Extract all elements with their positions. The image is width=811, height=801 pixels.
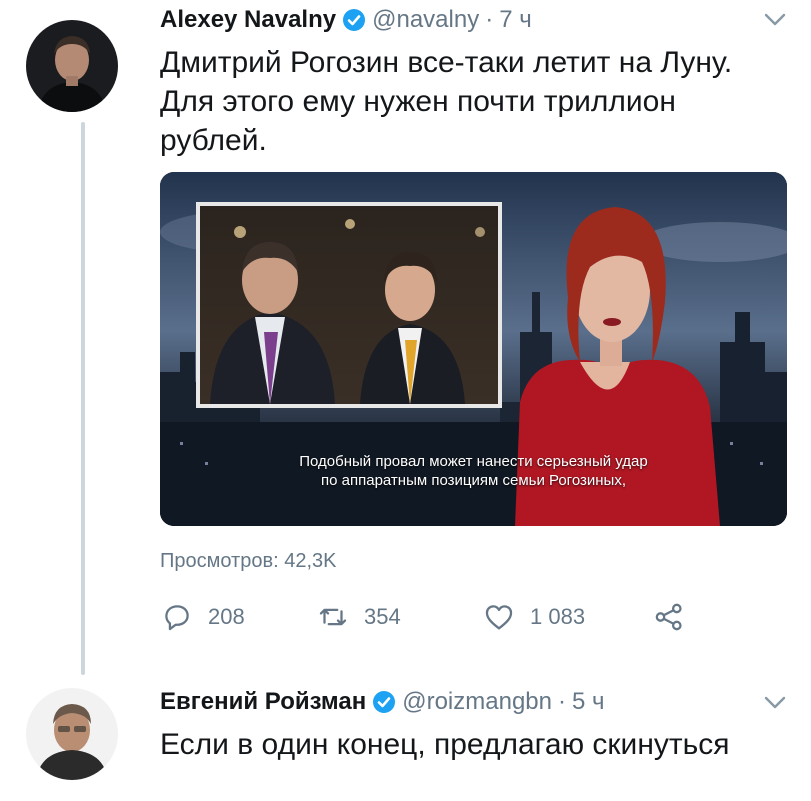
author-handle[interactable]: @roizmangbn [402, 688, 552, 716]
view-count: Просмотров: 42,3K [160, 550, 337, 572]
tweet-text: Если в один конец, предлагаю скинуться [160, 728, 730, 761]
like-count: 1 083 [530, 604, 586, 629]
tweet-header: Alexey Navalny @navalny · 7 ч [160, 6, 532, 34]
tweet-header: Евгений Ройзман @roizmangbn · 5 ч [160, 688, 605, 716]
tweet-text: Дмитрий Рогозин все-таки летит на Луну. … [160, 43, 732, 160]
verified-badge-icon [342, 8, 366, 32]
chevron-down-icon[interactable] [763, 12, 787, 28]
heart-icon [485, 605, 513, 630]
author-handle[interactable]: @navalny [372, 6, 479, 34]
reply-count: 208 [208, 604, 245, 629]
tweet-text-line: Для этого ему нужен почти триллион [160, 85, 676, 118]
tweet-text-line: Дмитрий Рогозин все-таки летит на Луну. [160, 46, 733, 79]
time-separator: · [557, 688, 566, 715]
author-display-name[interactable]: Евгений Ройзман [160, 688, 366, 716]
tweet-actions: 208 354 1 083 [160, 600, 686, 634]
video-subtitle-line: по аппаратным позициям семьи Рогозиных, [321, 472, 626, 489]
tweet-timestamp[interactable]: 7 ч [499, 6, 532, 34]
share-icon [655, 603, 682, 631]
retweet-icon [319, 608, 347, 626]
avatar-navalny[interactable] [26, 20, 118, 112]
verified-badge-icon [372, 690, 396, 714]
thread-connector-line [81, 122, 85, 675]
tweet-text-line: рублей. [160, 124, 267, 157]
time-separator: · [485, 6, 494, 33]
reply-button[interactable]: 208 [160, 600, 316, 634]
retweet-button[interactable]: 354 [316, 600, 482, 634]
tweet-timestamp[interactable]: 5 ч [572, 688, 605, 716]
chevron-down-icon[interactable] [763, 695, 787, 711]
video-subtitle: Подобный провал может нанести серьезный … [160, 452, 787, 490]
tweet-media-video[interactable]: Подобный провал может нанести серьезный … [160, 172, 787, 526]
reply-icon [165, 605, 189, 631]
retweet-count: 354 [364, 604, 401, 629]
share-button[interactable] [652, 600, 686, 634]
author-display-name[interactable]: Alexey Navalny [160, 6, 336, 34]
like-button[interactable]: 1 083 [482, 600, 652, 634]
avatar-roizman[interactable] [26, 688, 118, 780]
video-subtitle-line: Подобный провал может нанести серьезный … [299, 453, 648, 470]
